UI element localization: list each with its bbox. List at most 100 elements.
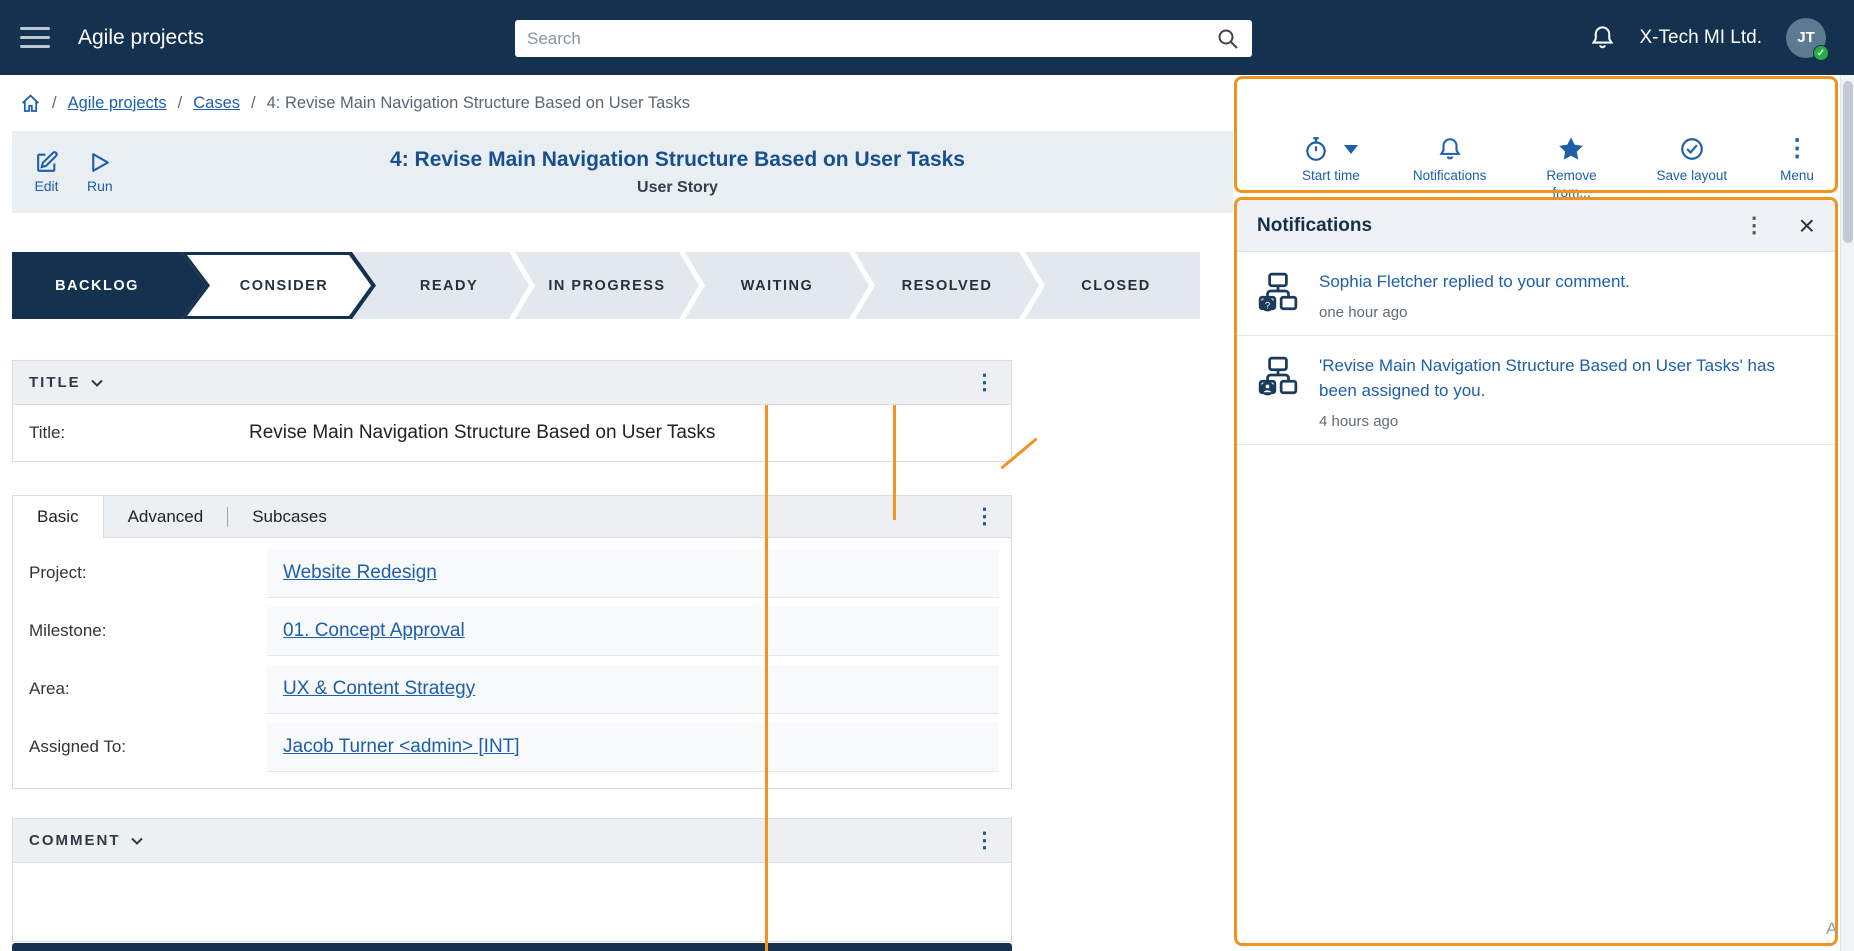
run-play-icon: [87, 150, 112, 175]
comment-section-heading: COMMENT: [29, 832, 121, 849]
navbar-right-cluster: X-Tech MI Ltd. JT ✓: [1589, 0, 1827, 75]
run-label: Run: [87, 178, 113, 194]
state-label-in-progress[interactable]: IN PROGRESS: [548, 252, 665, 319]
user-avatar[interactable]: JT ✓: [1786, 18, 1826, 58]
notification-timestamp: 4 hours ago: [1319, 413, 1817, 430]
bell-icon[interactable]: [1589, 24, 1616, 51]
field-value-cell[interactable]: 01. Concept Approval: [267, 607, 999, 656]
collapse-caret-icon[interactable]: [130, 836, 144, 847]
field-value-cell[interactable]: Jacob Turner <admin> [INT]: [267, 723, 999, 772]
field-row-milestone: Milestone: 01. Concept Approval: [13, 602, 1011, 660]
menu-button[interactable]: ⋮ Menu: [1780, 134, 1814, 202]
header-actions: Edit Run: [12, 150, 162, 194]
comment-section: COMMENT ⋮: [12, 818, 1012, 942]
search-icon[interactable]: [1216, 27, 1240, 51]
svg-text:?: ?: [1265, 300, 1270, 311]
state-separator: [1019, 252, 1045, 319]
state-label-resolved[interactable]: RESOLVED: [902, 252, 993, 319]
details-fields: Project: Website Redesign Milestone: 01.…: [13, 538, 1011, 788]
entity-header: Edit Run 4: Revise Main Navigation Struc…: [12, 131, 1233, 213]
panel-kebab-menu-icon[interactable]: ⋮: [1744, 213, 1765, 238]
state-label-waiting[interactable]: WAITING: [741, 252, 814, 319]
field-label: Milestone:: [29, 621, 267, 641]
state-label-ready[interactable]: READY: [420, 252, 478, 319]
notifications-label: Notifications: [1413, 168, 1487, 185]
stopwatch-icon: [1303, 136, 1329, 162]
start-time-button[interactable]: Start time: [1302, 134, 1360, 202]
state-label-closed[interactable]: CLOSED: [1081, 252, 1150, 319]
comment-section-header[interactable]: COMMENT ⋮: [13, 819, 1011, 863]
field-label: Assigned To:: [29, 737, 267, 757]
tab-advanced[interactable]: Advanced: [104, 496, 228, 538]
scrollbar-thumb[interactable]: [1843, 81, 1853, 243]
breadcrumb-separator: /: [251, 94, 256, 113]
vertical-scrollbar[interactable]: [1840, 75, 1854, 951]
title-field-value[interactable]: Revise Main Navigation Structure Based o…: [249, 422, 715, 444]
app-title: Agile projects: [78, 26, 204, 50]
panel-close-icon[interactable]: ×: [1799, 213, 1815, 239]
activity-assigned-icon: [1257, 353, 1301, 430]
start-time-label: Start time: [1302, 168, 1360, 185]
field-row-area: Area: UX & Content Strategy: [13, 660, 1011, 718]
field-row-project: Project: Website Redesign: [13, 544, 1011, 602]
header-titles: 4: Revise Main Navigation Structure Base…: [162, 148, 1233, 197]
page-title: 4: Revise Main Navigation Structure Base…: [162, 148, 1193, 172]
avatar-initials: JT: [1797, 29, 1815, 46]
tab-subcases[interactable]: Subcases: [228, 496, 351, 538]
collapse-caret-icon[interactable]: [90, 378, 104, 389]
breadcrumb-separator: /: [178, 94, 183, 113]
panel-toolbar: Start time Notifications Remove from... …: [1250, 134, 1828, 202]
title-field-row: Title: Revise Main Navigation Structure …: [13, 405, 1011, 461]
next-section-edge: [12, 943, 1012, 951]
title-section-kebab-icon[interactable]: ⋮: [974, 370, 995, 395]
state-label-backlog[interactable]: BACKLOG: [55, 252, 139, 319]
milestone-link[interactable]: 01. Concept Approval: [283, 620, 465, 641]
title-section: TITLE ⋮ Title: Revise Main Navigation St…: [12, 360, 1012, 462]
field-label: Project:: [29, 563, 267, 583]
run-button[interactable]: Run: [87, 150, 113, 194]
title-section-header[interactable]: TITLE ⋮: [13, 361, 1011, 405]
search-input[interactable]: [527, 29, 1216, 49]
notifications-button[interactable]: Notifications: [1413, 134, 1487, 202]
tab-basic[interactable]: Basic: [13, 496, 104, 539]
state-label-consider[interactable]: CONSIDER: [240, 252, 329, 319]
details-section: Basic Advanced Subcases ⋮ Project: Websi…: [12, 495, 1012, 789]
project-link[interactable]: Website Redesign: [283, 562, 437, 583]
field-label: Area:: [29, 679, 267, 699]
breadcrumb-agile-projects[interactable]: Agile projects: [68, 94, 167, 113]
field-value-cell[interactable]: UX & Content Strategy: [267, 665, 999, 714]
save-layout-check-icon: [1679, 136, 1705, 162]
title-field-label: Title:: [29, 423, 249, 443]
notification-item[interactable]: ? Sophia Fletcher replied to your commen…: [1237, 252, 1835, 336]
stray-letter: A: [1826, 919, 1837, 939]
notification-item[interactable]: 'Revise Main Navigation Structure Based …: [1237, 336, 1835, 445]
breadcrumb-cases[interactable]: Cases: [193, 94, 240, 113]
breadcrumb-current-item: 4: Revise Main Navigation Structure Base…: [267, 94, 690, 113]
edit-button[interactable]: Edit: [34, 150, 59, 194]
menu-label: Menu: [1780, 168, 1814, 185]
field-value-cell[interactable]: Website Redesign: [267, 549, 999, 598]
comment-body[interactable]: [13, 863, 1011, 941]
comment-section-kebab-icon[interactable]: ⋮: [974, 828, 995, 853]
kebab-menu-icon: ⋮: [1785, 136, 1809, 162]
notification-timestamp: one hour ago: [1319, 304, 1630, 321]
notifications-bell-icon: [1437, 136, 1463, 162]
notification-link[interactable]: Sophia Fletcher replied to your comment.: [1319, 269, 1630, 295]
activity-comment-icon: ?: [1257, 269, 1301, 321]
top-navbar: Agile projects X-Tech MI Ltd. JT ✓: [0, 0, 1854, 75]
star-icon: [1557, 135, 1585, 163]
remove-from-button[interactable]: Remove from...: [1539, 134, 1603, 202]
assigned-to-link[interactable]: Jacob Turner <admin> [INT]: [283, 736, 520, 757]
state-separator: [679, 252, 705, 319]
start-time-dropdown-caret-icon[interactable]: [1344, 145, 1358, 154]
home-icon[interactable]: [20, 93, 41, 114]
area-link[interactable]: UX & Content Strategy: [283, 678, 475, 699]
state-separator: [849, 252, 875, 319]
entity-type-label: User Story: [162, 179, 1193, 197]
title-section-heading: TITLE: [29, 374, 81, 391]
hamburger-menu-icon[interactable]: [20, 27, 50, 48]
company-name: X-Tech MI Ltd.: [1640, 27, 1763, 49]
details-section-kebab-icon[interactable]: ⋮: [974, 504, 995, 529]
save-layout-button[interactable]: Save layout: [1657, 134, 1728, 202]
notification-link[interactable]: 'Revise Main Navigation Structure Based …: [1319, 353, 1817, 404]
